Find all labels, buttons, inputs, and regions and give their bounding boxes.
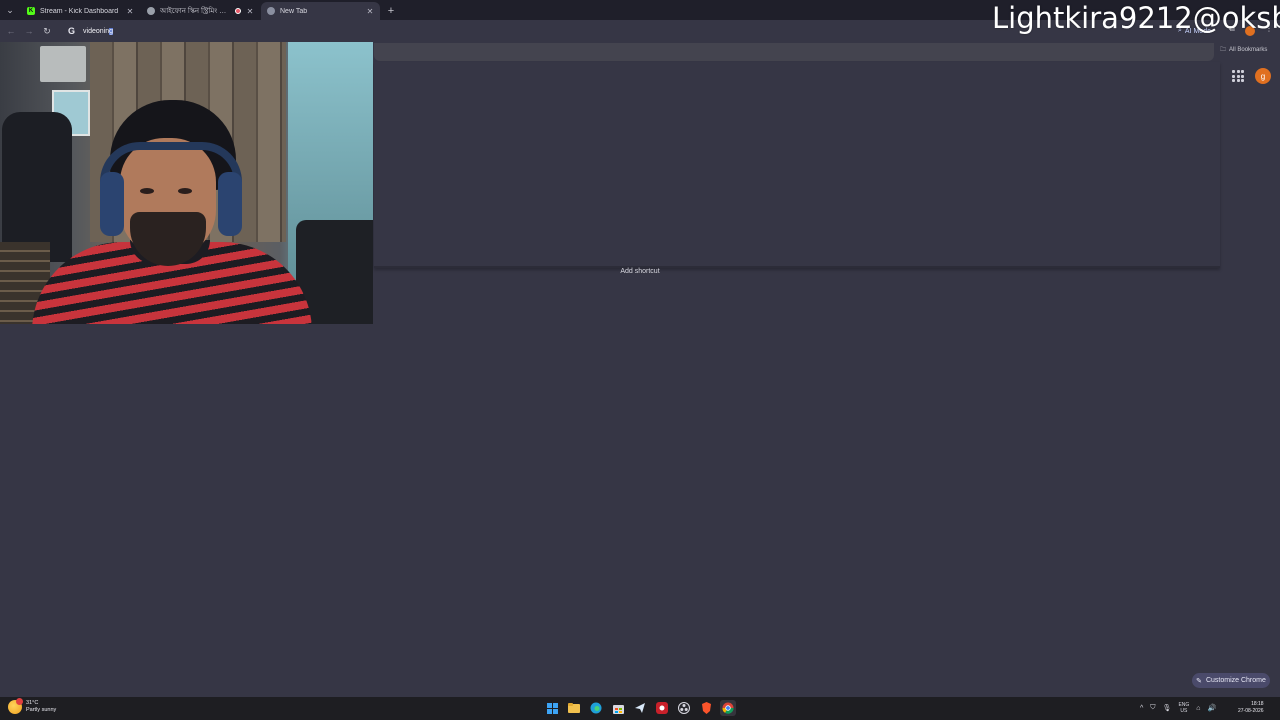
address-input[interactable]: videoning <box>83 27 113 35</box>
autocomplete-selection: g <box>109 27 113 35</box>
arrow-left-icon: ← <box>6 26 16 36</box>
pencil-icon: ✎ <box>1196 677 1202 685</box>
microsoft-store-icon[interactable] <box>610 700 626 716</box>
taskbar-apps <box>544 700 736 716</box>
taskbar-clock[interactable]: 18:18 27-08-2026 <box>1238 701 1264 715</box>
stream-overlay-text: Lightkira9212@oksbi <box>992 1 1280 35</box>
telegram-icon[interactable] <box>632 700 648 716</box>
recording-indicator-icon <box>235 8 241 14</box>
vpn-icon[interactable]: ⛉ <box>1150 704 1155 712</box>
omnibox-dropdown <box>374 43 1214 61</box>
reload-button[interactable]: ↻ <box>38 22 56 40</box>
language-indicator[interactable]: ENG US <box>1178 702 1189 714</box>
chevron-up-icon[interactable]: ^ <box>1140 705 1143 712</box>
network-icon[interactable]: ⌂ <box>1196 705 1200 712</box>
reload-icon: ↻ <box>43 25 51 36</box>
tab-new-tab[interactable]: New Tab ✕ <box>261 2 380 20</box>
new-tab-button[interactable]: + <box>383 2 399 20</box>
typed-text: videonin <box>83 27 110 35</box>
add-shortcut-button[interactable]: Add shortcut <box>600 268 680 275</box>
weather-condition: Partly sunny <box>26 707 57 713</box>
customize-label: Customize Chrome <box>1205 677 1266 684</box>
globe-favicon-icon <box>147 7 155 15</box>
arrow-right-icon: → <box>24 26 34 36</box>
windows-start-icon[interactable] <box>544 700 560 716</box>
windows-taskbar: 31°C Partly sunny ^ ⛉ 🎙 ENG US ⌂ 🔊 18:18… <box>0 697 1280 720</box>
file-explorer-icon[interactable] <box>566 700 582 716</box>
weather-widget[interactable]: 31°C Partly sunny <box>8 698 57 714</box>
notification-badge <box>16 698 23 705</box>
tab-close-icon[interactable]: ✕ <box>126 7 134 16</box>
webcam-overlay <box>0 42 373 324</box>
volume-icon[interactable]: 🔊 <box>1208 704 1217 712</box>
all-bookmarks-label: All Bookmarks <box>1229 47 1268 53</box>
customize-chrome-button[interactable]: ✎ Customize Chrome <box>1192 673 1270 688</box>
air-conditioner <box>40 46 86 82</box>
chevron-down-icon: ⌄ <box>6 4 14 15</box>
tab-search-button[interactable]: ⌄ <box>0 0 20 20</box>
google-icon: G <box>68 26 76 36</box>
obs-studio-icon[interactable] <box>676 700 692 716</box>
sun-icon <box>8 698 23 714</box>
microphone-icon[interactable]: 🎙 <box>1163 704 1172 712</box>
all-bookmarks-button[interactable]: 🗀 All Bookmarks <box>1220 44 1267 56</box>
tab-close-icon[interactable]: ✕ <box>246 7 254 16</box>
clock-date: 27-08-2026 <box>1238 708 1264 714</box>
chrome-browser-icon[interactable] <box>720 700 736 716</box>
tab-title: New Tab <box>280 7 308 15</box>
google-apps-icon[interactable] <box>1232 70 1244 82</box>
headphone-left-cup <box>100 172 124 236</box>
folder-icon: 🗀 <box>1220 47 1227 53</box>
shortcuts-panel <box>374 62 1220 268</box>
chrome-favicon-icon <box>267 7 275 15</box>
right-eye <box>178 188 192 194</box>
brave-browser-icon[interactable] <box>698 700 714 716</box>
tab-title: আইফোন স্কিন স্ট্রিমিং প্রতিষ্ঠা <box>160 8 230 15</box>
edge-browser-icon[interactable] <box>588 700 604 716</box>
tab-close-icon[interactable]: ✕ <box>366 7 374 16</box>
tab-streaming-page[interactable]: আইফোন স্কিন স্ট্রিমিং প্রতিষ্ঠা ✕ <box>141 2 260 20</box>
language-region: US <box>1180 708 1188 714</box>
plus-icon: + <box>387 5 395 17</box>
kick-favicon-icon: K <box>27 7 35 15</box>
record-app-icon[interactable] <box>654 700 670 716</box>
profile-initial: g <box>1260 71 1266 81</box>
weather-temp: 31°C <box>26 700 39 706</box>
left-eye <box>140 188 154 194</box>
back-button[interactable]: ← <box>2 22 20 40</box>
tab-kick-dashboard[interactable]: K Stream - Kick Dashboard ✕ <box>21 2 140 20</box>
clock-time: 18:18 <box>1251 701 1264 707</box>
headphone-right-cup <box>218 172 242 236</box>
tab-title: Stream - Kick Dashboard <box>40 7 119 15</box>
profile-avatar[interactable]: g <box>1255 68 1271 84</box>
forward-button[interactable]: → <box>20 22 38 40</box>
gaming-chair <box>2 112 72 262</box>
system-tray: ^ ⛉ 🎙 ENG US ⌂ 🔊 <box>1140 702 1216 714</box>
